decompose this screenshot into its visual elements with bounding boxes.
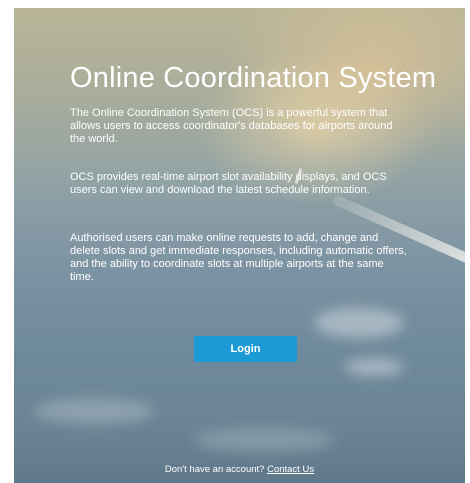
footer-text: Don't have an account?: [164, 464, 265, 475]
signup-footer: Don't have an account? Contact Us: [14, 464, 465, 475]
hero-background: Online Coordination System The Online Co…: [14, 8, 465, 483]
features-paragraph: OCS provides real-time airport slot avai…: [70, 171, 387, 196]
cloud-decoration: [194, 428, 334, 452]
cloud-decoration: [34, 398, 154, 424]
login-button[interactable]: Login: [194, 336, 297, 362]
authorised-users-paragraph: Authorised users can make online request…: [70, 232, 407, 283]
page-title: Online Coordination System: [70, 62, 437, 94]
cloud-decoration: [344, 358, 404, 376]
contact-us-link[interactable]: Contact Us: [267, 464, 314, 475]
cloud-decoration: [314, 308, 404, 338]
intro-paragraph: The Online Coordination System (OCS) is …: [70, 107, 393, 145]
